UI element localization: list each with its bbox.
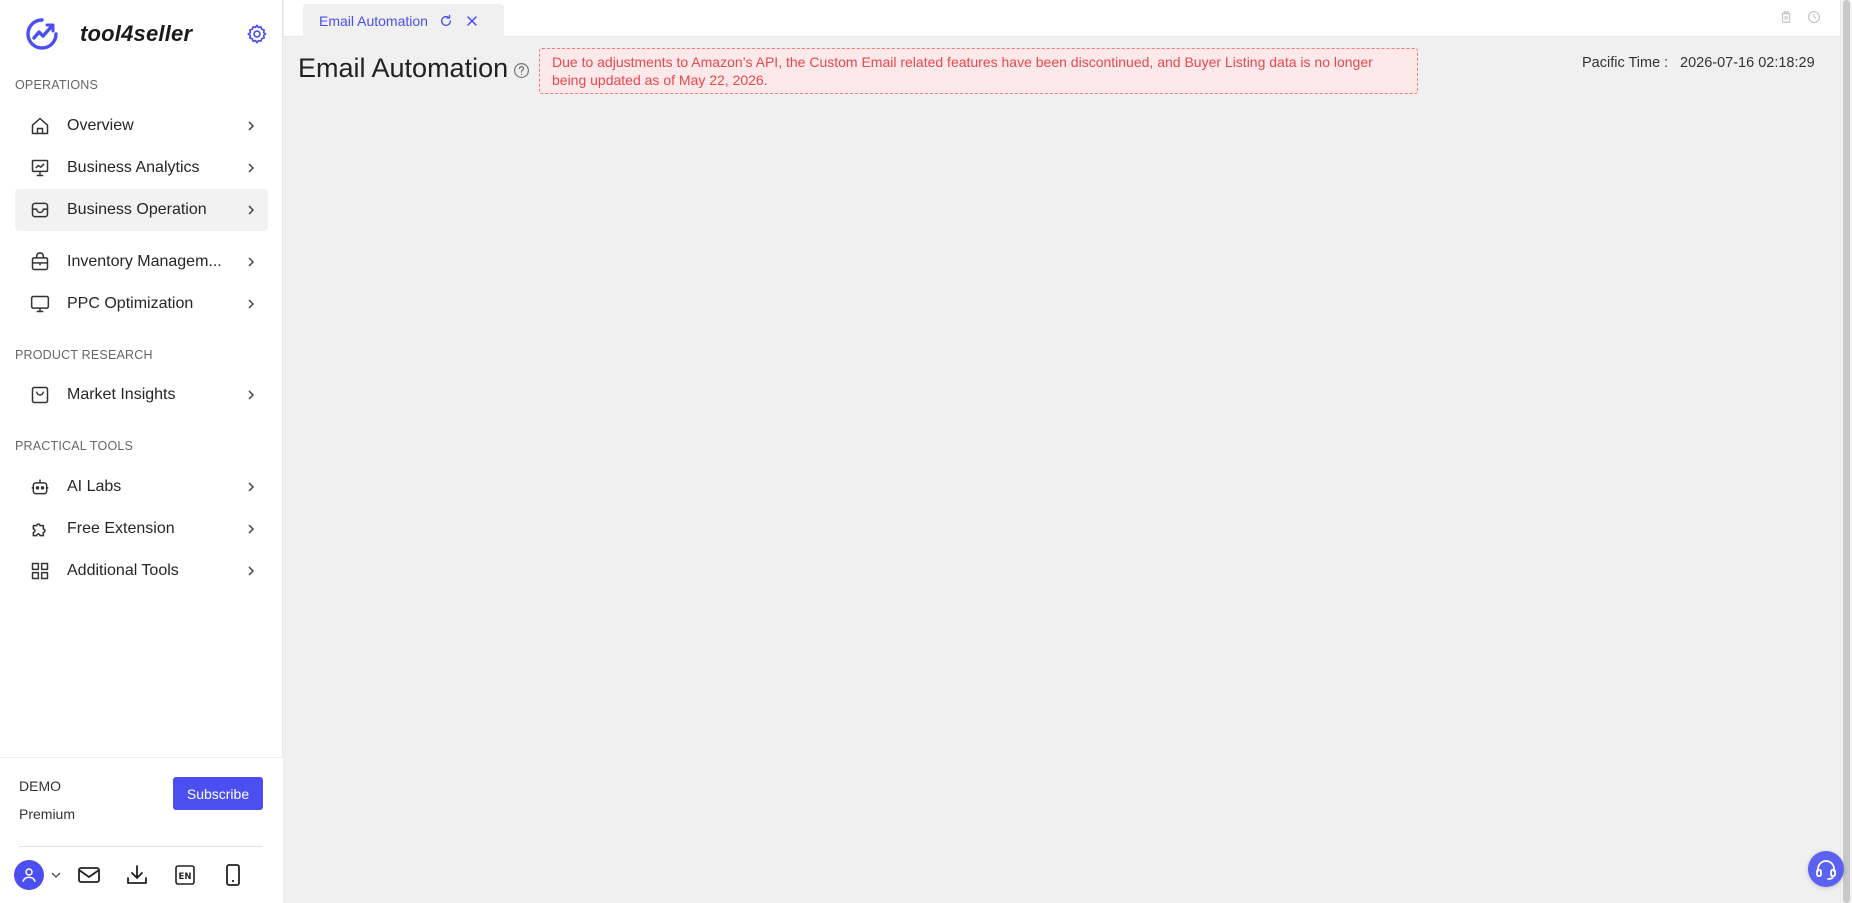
- svg-text:EN: EN: [179, 872, 192, 882]
- chevron-right-icon: [244, 297, 258, 311]
- account-name: DEMO: [19, 778, 61, 794]
- chevron-right-icon: [244, 203, 258, 217]
- tab-label: Email Automation: [319, 12, 428, 29]
- sidebar-item-label: PPC Optimization: [67, 295, 194, 312]
- trash-icon[interactable]: [1778, 9, 1794, 25]
- help-circle-icon[interactable]: [512, 61, 530, 79]
- sidebar-item-business-analytics[interactable]: Business Analytics: [15, 147, 268, 189]
- sidebar-item-overview[interactable]: Overview: [15, 105, 268, 147]
- package-icon: [29, 251, 51, 273]
- brand-logo-icon[interactable]: [24, 16, 60, 52]
- scrollbar-thumb[interactable]: [1843, 0, 1850, 903]
- tab-bar: Email Automation: [284, 0, 1840, 37]
- presentation-chart-icon: [29, 157, 51, 179]
- api-discontinued-notice: Due to adjustments to Amazon’s API, the …: [539, 48, 1418, 94]
- chevron-right-icon: [244, 119, 258, 133]
- divider: [19, 846, 263, 847]
- history-clock-icon[interactable]: [1806, 9, 1822, 25]
- sidebar-item-label: Business Operation: [67, 201, 207, 218]
- scrollbar[interactable]: [1840, 0, 1852, 903]
- chevron-right-icon: [244, 388, 258, 402]
- account-panel: DEMO Premium Subscribe EN: [0, 757, 283, 903]
- sidebar-bottom-toolbar: EN: [14, 860, 274, 890]
- section-label-practical-tools: PRACTICAL TOOLS: [15, 439, 134, 453]
- sidebar-item-inventory-management[interactable]: Inventory Managem...: [15, 241, 268, 283]
- customer-support-headset-icon[interactable]: [1808, 851, 1844, 887]
- chevron-down-icon[interactable]: [50, 869, 62, 881]
- mail-icon[interactable]: [76, 862, 102, 888]
- user-avatar-icon[interactable]: [14, 860, 44, 890]
- sidebar-item-business-operation[interactable]: Business Operation: [15, 189, 268, 231]
- subscribe-button[interactable]: Subscribe: [173, 777, 263, 810]
- sidebar-item-additional-tools[interactable]: Additional Tools: [15, 550, 268, 592]
- sidebar-item-ppc-optimization[interactable]: PPC Optimization: [15, 283, 268, 325]
- account-plan: Premium: [19, 806, 76, 822]
- chevron-right-icon: [244, 522, 258, 536]
- sidebar-item-label: Overview: [67, 117, 134, 134]
- sidebar-item-ai-labs[interactable]: AI Labs: [15, 466, 268, 508]
- home-icon: [29, 115, 51, 137]
- settings-gear-icon[interactable]: [244, 21, 270, 47]
- sidebar: tool4seller OPERATIONS Overview Business…: [0, 0, 283, 903]
- mobile-phone-icon[interactable]: [220, 862, 246, 888]
- section-label-product-research: PRODUCT RESEARCH: [15, 348, 153, 362]
- storefront-icon: [29, 199, 51, 221]
- sidebar-item-label: Additional Tools: [67, 562, 179, 579]
- brand-name: tool4seller: [80, 21, 193, 46]
- sidebar-item-label: AI Labs: [67, 478, 122, 495]
- pacific-time-label: Pacific Time :: [1582, 55, 1669, 71]
- sidebar-item-label: Free Extension: [67, 520, 175, 537]
- puzzle-icon: [29, 518, 51, 540]
- download-icon[interactable]: [124, 862, 150, 888]
- tab-tools: [1766, 9, 1822, 25]
- shopping-bag-icon: [29, 384, 51, 406]
- monitor-icon: [29, 293, 51, 315]
- chevron-right-icon: [244, 564, 258, 578]
- sidebar-item-label: Inventory Managem...: [67, 253, 222, 270]
- sidebar-item-market-insights[interactable]: Market Insights: [15, 374, 268, 416]
- chevron-right-icon: [244, 161, 258, 175]
- refresh-icon[interactable]: [438, 13, 454, 29]
- close-icon[interactable]: [464, 13, 480, 29]
- brand: tool4seller: [24, 14, 270, 54]
- chevron-right-icon: [244, 480, 258, 494]
- sidebar-item-label: Business Analytics: [67, 159, 200, 176]
- robot-icon: [29, 476, 51, 498]
- chevron-right-icon: [244, 255, 258, 269]
- tab-email-automation[interactable]: Email Automation: [303, 4, 504, 37]
- section-label-operations: OPERATIONS: [15, 78, 99, 92]
- sidebar-item-label: Market Insights: [67, 386, 176, 403]
- sidebar-item-free-extension[interactable]: Free Extension: [15, 508, 268, 550]
- page-title: Email Automation: [298, 53, 509, 83]
- grid-icon: [29, 560, 51, 582]
- pacific-time-value: 2026-07-16 02:18:29: [1680, 55, 1815, 71]
- language-en-icon[interactable]: EN: [172, 862, 198, 888]
